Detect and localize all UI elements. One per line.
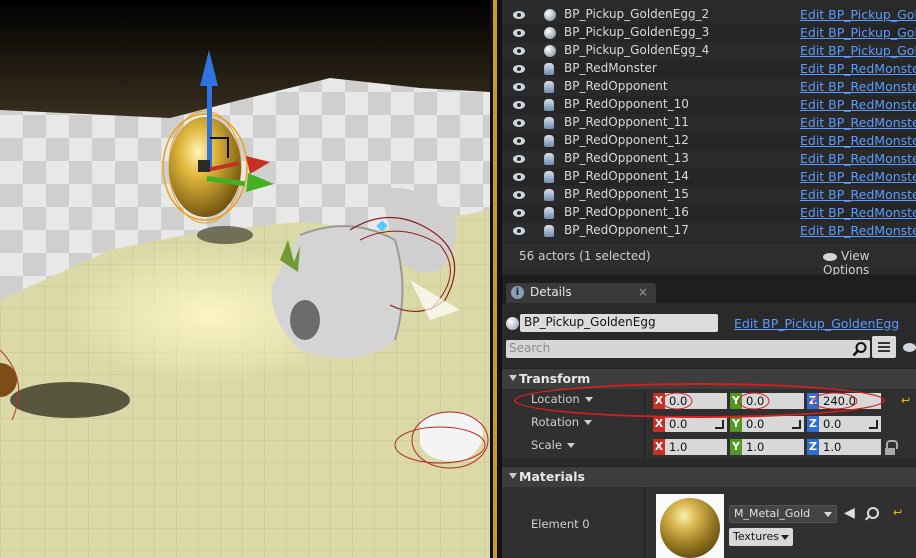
annotation-field-circles: [661, 392, 858, 410]
level-viewport[interactable]: [0, 0, 490, 558]
viewport-scene: [0, 0, 490, 558]
selection-outline: [493, 0, 497, 558]
viewport-splitter[interactable]: [490, 0, 502, 558]
editor-side-panel: BP_Pickup_GoldenEgg_2 Edit BP_Pickup_Gol…: [502, 0, 916, 558]
